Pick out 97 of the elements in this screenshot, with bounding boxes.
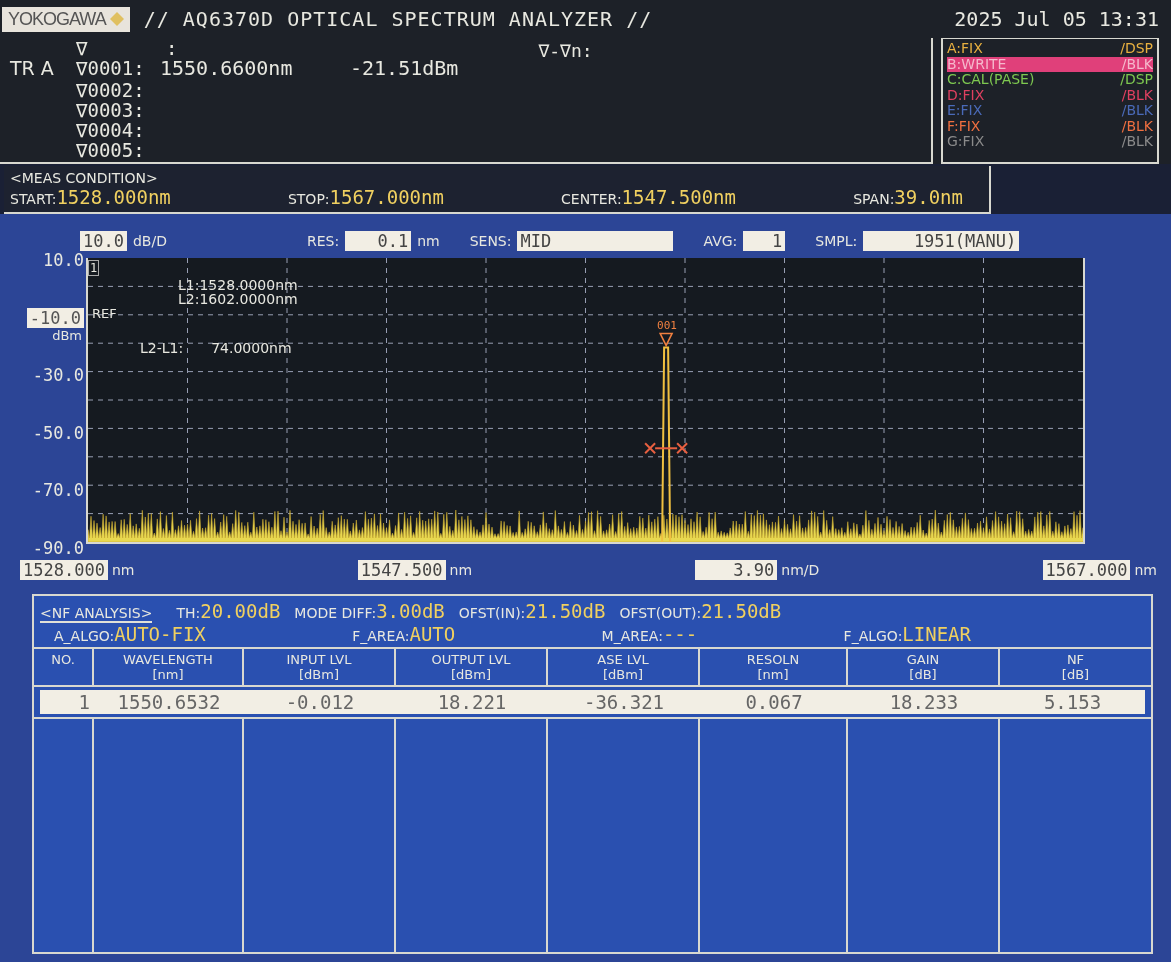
- marker-label: ∇0005:: [76, 140, 146, 160]
- setting-label: SMPL:: [815, 233, 858, 249]
- delta-label: L2-L1:: [140, 340, 184, 356]
- table-cell: 5.153: [1000, 690, 1145, 714]
- marker-colon: :: [166, 38, 178, 58]
- axis-value-field[interactable]: 3.90: [695, 560, 778, 580]
- param-value: 1528.000nm: [56, 186, 171, 208]
- table-cell: 18.233: [848, 690, 1000, 714]
- param-label: F_AREA:: [352, 628, 410, 644]
- setting-label: AVG:: [703, 233, 738, 249]
- marker-level: -21.51dBm: [350, 58, 459, 78]
- param-value: ---: [662, 623, 698, 645]
- param-label: F_ALGO:: [843, 628, 903, 644]
- column-header: WAVELENGTH [nm]: [94, 649, 244, 687]
- delta-marker-label: ∇-∇n:: [538, 39, 593, 63]
- param-label: M_AREA:: [601, 628, 663, 644]
- param-value: 21.50dB: [525, 600, 606, 622]
- unit-label: dBm: [52, 327, 82, 343]
- param-label: START:: [10, 191, 57, 207]
- column-header: RESOLN [nm]: [700, 649, 848, 687]
- section-title: <NF ANALYSIS>: [40, 605, 153, 623]
- marker-wavelength: 1550.6600nm: [160, 58, 294, 78]
- param-label: TH:: [176, 605, 201, 621]
- axis-value-field[interactable]: 1547.500: [357, 560, 446, 580]
- marker-symbol: ∇: [76, 38, 89, 58]
- param-label: A_ALGO:: [54, 628, 115, 644]
- setting-field[interactable]: 1: [743, 231, 786, 251]
- table-cell: 18.221: [396, 690, 548, 714]
- trace-item[interactable]: C:CAL(PASE) /DSP: [947, 72, 1153, 88]
- window-title: // AQ6370D OPTICAL SPECTRUM ANALYZER //: [143, 7, 654, 31]
- marker-label: ∇0003:: [76, 100, 146, 120]
- table-cell: 0.067: [700, 690, 848, 714]
- column-header: GAIN [dB]: [848, 649, 1000, 687]
- param-label: OFST(IN):: [458, 605, 526, 621]
- column-header: NO.: [34, 649, 94, 687]
- param-value: 21.50dB: [701, 600, 782, 622]
- setting-field[interactable]: 1951(MANU): [863, 231, 1020, 251]
- table-cell: 1: [40, 690, 94, 714]
- param-label: OFST(OUT):: [619, 605, 702, 621]
- reference-label: REF: [92, 306, 117, 321]
- unit-label: nm: [1134, 562, 1157, 578]
- marker-label: ∇0001:: [76, 58, 146, 78]
- column-header: OUTPUT LVL [dBm]: [396, 649, 548, 687]
- unit-label: dB/D: [132, 233, 167, 249]
- axis-label: -70.0: [32, 480, 84, 501]
- param-value: AUTO-FIX: [114, 623, 206, 645]
- param-label: CENTER:: [561, 191, 622, 207]
- axis-label: -30.0: [32, 365, 84, 386]
- unit-label: nm: [417, 233, 440, 249]
- setting-field[interactable]: MID: [517, 231, 674, 251]
- trace-item[interactable]: G:FIX /BLK: [947, 134, 1153, 150]
- axis-label: -50.0: [32, 422, 84, 443]
- param-value: 39.0nm: [894, 186, 963, 208]
- diamond-icon: [109, 12, 124, 26]
- param-label: SPAN:: [853, 191, 895, 207]
- date-time: 2025 Jul 05 13:31: [954, 7, 1159, 31]
- line-marker-readout: L2:1602.0000nm: [178, 292, 298, 306]
- param-value: 3.00dB: [376, 600, 445, 622]
- param-value: 20.00dB: [200, 600, 281, 622]
- trace-number-tag: 1: [88, 260, 100, 276]
- trace-item[interactable]: F:FIX /BLK: [947, 118, 1153, 134]
- setting-label: SENS:: [469, 233, 512, 249]
- brand-logo: YOKOGAWA: [8, 8, 106, 30]
- marker-label: ∇0004:: [76, 120, 146, 140]
- axis-label: 10.0: [43, 250, 84, 270]
- param-value: LINEAR: [902, 623, 971, 645]
- setting-label: RES:: [306, 233, 340, 249]
- unit-label: nm: [111, 562, 135, 578]
- trace-label: TR A: [10, 58, 55, 78]
- axis-value-field[interactable]: 1528.000: [20, 560, 108, 580]
- marker-label: ∇0002:: [76, 80, 146, 100]
- column-header: INPUT LVL [dBm]: [244, 649, 396, 687]
- peak-marker-label: 001: [657, 320, 677, 333]
- scale-field[interactable]: 10.0: [80, 231, 127, 251]
- trace-item[interactable]: A:FIX /DSP: [947, 41, 1153, 57]
- table-cell: -36.321: [548, 690, 700, 714]
- trace-item[interactable]: D:FIX /BLK: [947, 87, 1153, 103]
- setting-field[interactable]: 0.1: [345, 231, 412, 251]
- table-cell: -0.012: [244, 690, 396, 714]
- table-cell: 1550.6532: [94, 690, 244, 714]
- marker-triangle-icon: [658, 332, 674, 348]
- param-label: STOP:: [287, 191, 330, 207]
- delta-value: 74.0000nm: [211, 340, 292, 356]
- param-label: MODE DIFF:: [294, 605, 377, 621]
- bandwidth-marker-drawing: [644, 442, 689, 455]
- column-header: NF [dB]: [1000, 649, 1151, 687]
- axis-value-field[interactable]: 1567.000: [1042, 560, 1131, 580]
- param-value: AUTO: [409, 623, 456, 645]
- line-marker-readout: L1:1528.0000nm: [178, 278, 298, 292]
- axis-label: -90.0: [32, 537, 84, 558]
- unit-label: nm: [449, 562, 473, 578]
- reference-level-field[interactable]: -10.0: [26, 307, 84, 328]
- param-value: 1567.000nm: [329, 186, 444, 208]
- column-header: ASE LVL [dBm]: [548, 649, 700, 687]
- section-title: <MEAS CONDITION>: [10, 170, 159, 186]
- param-value: 1547.500nm: [621, 186, 736, 208]
- unit-label: nm/D: [781, 562, 820, 578]
